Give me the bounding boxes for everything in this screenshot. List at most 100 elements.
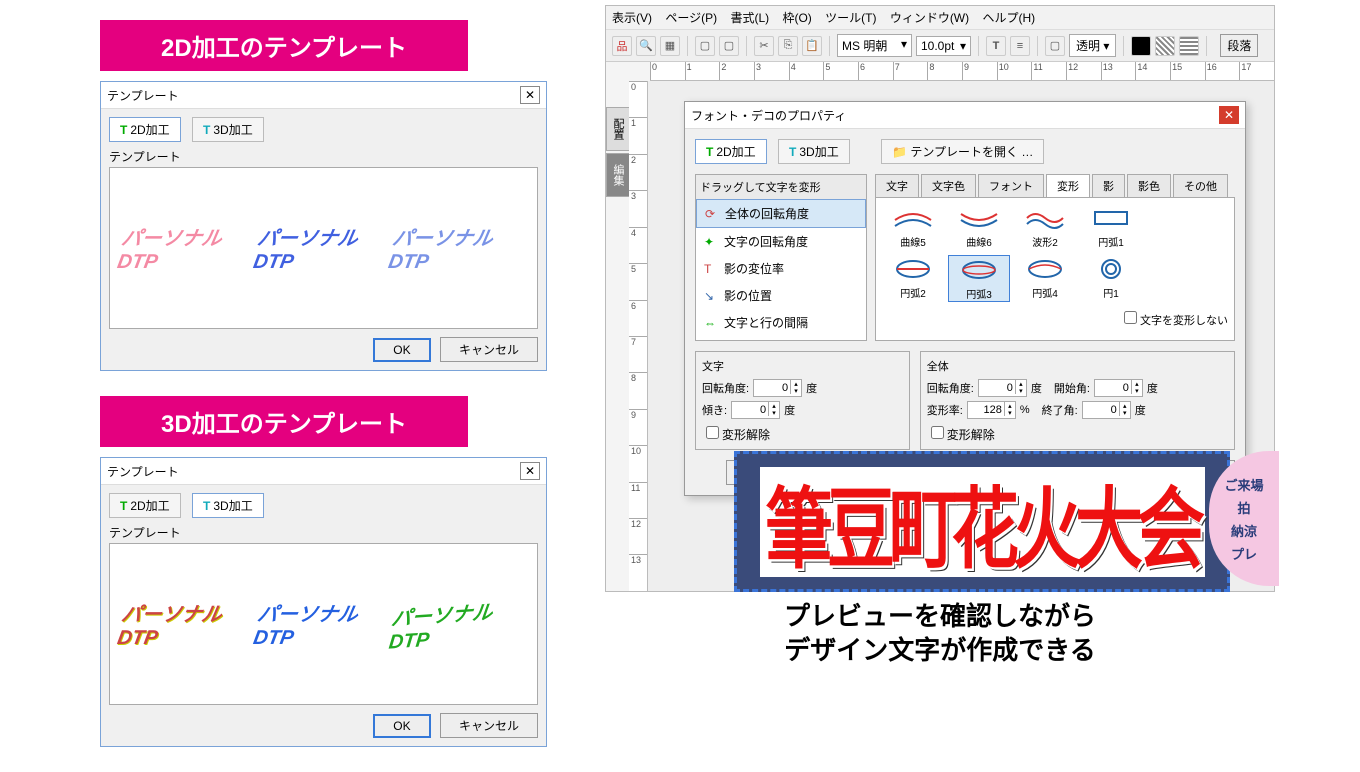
sample-text-1[interactable]: パーソナルDTP — [115, 222, 260, 274]
drag-transform-list: ドラッグして文字を変形 ⟳全体の回転角度 ✦文字の回転角度 T影の変位率 ↘影の… — [695, 174, 867, 341]
menu-window[interactable]: ウィンドウ(W) — [890, 11, 969, 25]
tool-icon[interactable]: 🔍 — [636, 36, 656, 56]
tab-2d[interactable]: T2D加工 — [109, 493, 181, 518]
tilt-input[interactable]: ▴▾ — [731, 401, 780, 419]
ok-button[interactable]: OK — [373, 714, 430, 738]
drag-item-shadow-pos[interactable]: ↘影の位置 — [696, 282, 866, 309]
label: 開始角: — [1054, 380, 1090, 396]
unit: 度 — [784, 402, 795, 418]
close-icon[interactable]: ✕ — [520, 86, 540, 104]
tool-icon[interactable]: ▢ — [1045, 36, 1065, 56]
shape-arc4[interactable]: 円弧4 — [1014, 255, 1076, 302]
shape-arc2[interactable]: 円弧2 — [882, 255, 944, 302]
cancel-button[interactable]: キャンセル — [440, 713, 538, 738]
spin-down-icon[interactable]: ▾ — [768, 409, 779, 416]
text-tool-icon[interactable]: T — [986, 36, 1006, 56]
tool-icon[interactable]: ▢ — [719, 36, 739, 56]
no-deform-checkbox[interactable]: 文字を変形しない — [1120, 308, 1228, 328]
tab-font[interactable]: フォント — [978, 174, 1044, 197]
menu-frame[interactable]: 枠(O) — [782, 11, 811, 25]
start-angle-input[interactable]: ▴▾ — [1094, 379, 1143, 397]
cut-icon[interactable]: ✂ — [754, 36, 774, 56]
window-title: テンプレート — [107, 463, 179, 480]
sample-text-3[interactable]: パーソナルDTP — [388, 593, 531, 654]
spin-down-icon[interactable]: ▾ — [1015, 387, 1026, 394]
tool-icon[interactable]: 品 — [612, 36, 632, 56]
unit: 度 — [1031, 380, 1042, 396]
side-tab-layout[interactable]: 配置 — [606, 107, 630, 151]
shape-arc3[interactable]: 円弧3 — [948, 255, 1010, 302]
canvas-text-object[interactable]: 筆豆町花火大会 — [734, 451, 1230, 592]
vertical-ruler[interactable]: 012345678910111213 — [629, 81, 648, 591]
rotation-input[interactable]: ▴▾ — [978, 379, 1027, 397]
t-icon: T — [120, 499, 127, 513]
sample-text-1[interactable]: パーソナルDTP — [115, 598, 260, 650]
copy-icon[interactable]: ⎘ — [778, 36, 798, 56]
close-icon[interactable]: ✕ — [520, 462, 540, 480]
side-tab-edit[interactable]: 編集 — [606, 153, 630, 197]
t-icon: T — [706, 145, 713, 159]
shape-grid: 曲線5 曲線6 波形2 円弧1 円弧2 円弧3 円弧4 — [875, 198, 1235, 341]
tab-other[interactable]: その他 — [1173, 174, 1228, 197]
font-select[interactable]: MS 明朝▾ — [837, 34, 912, 57]
drag-item-shadow-offset[interactable]: T影の変位率 — [696, 255, 866, 282]
tool-icon[interactable]: ▢ — [695, 36, 715, 56]
menu-tool[interactable]: ツール(T) — [825, 11, 876, 25]
end-angle-input[interactable]: ▴▾ — [1082, 401, 1131, 419]
spin-down-icon[interactable]: ▾ — [1131, 387, 1142, 394]
tab-3d[interactable]: T3D加工 — [192, 117, 264, 142]
chevron-down-icon: ▾ — [960, 39, 966, 53]
template-preview-canvas[interactable]: パーソナルDTP パーソナルDTP パーソナルDTP — [109, 167, 538, 329]
tab-3d[interactable]: T3D加工 — [778, 139, 850, 164]
color-icon[interactable] — [1131, 36, 1151, 56]
rotation-input[interactable]: ▴▾ — [753, 379, 802, 397]
drag-item-rotation[interactable]: ⟳全体の回転角度 — [696, 199, 866, 228]
pattern-icon[interactable] — [1155, 36, 1175, 56]
tab-text[interactable]: 文字 — [875, 174, 919, 197]
tab-transform[interactable]: 変形 — [1046, 174, 1090, 197]
paragraph-button[interactable]: 段落 — [1220, 34, 1258, 57]
tool-icon[interactable]: ≡ — [1010, 36, 1030, 56]
spin-down-icon[interactable]: ▾ — [1119, 409, 1130, 416]
horizontal-ruler[interactable]: 01234567891011121314151617 — [650, 62, 1274, 81]
preview-text: 筆豆町花火大会 — [765, 457, 1199, 586]
chevron-down-icon: ▾ — [901, 37, 907, 54]
paste-icon[interactable]: 📋 — [802, 36, 822, 56]
tab-shadow[interactable]: 影 — [1092, 174, 1125, 197]
shape-curve5[interactable]: 曲線5 — [882, 204, 944, 249]
sample-text-3[interactable]: パーソナルDTP — [387, 222, 532, 274]
sample-text-2[interactable]: パーソナルDTP — [251, 222, 396, 274]
menu-help[interactable]: ヘルプ(H) — [982, 11, 1035, 25]
release-checkbox[interactable]: 変形解除 — [702, 428, 770, 442]
cancel-button[interactable]: キャンセル — [440, 337, 538, 362]
drag-item-char-rotation[interactable]: ✦文字の回転角度 — [696, 228, 866, 255]
rate-input[interactable]: ▴▾ — [967, 401, 1016, 419]
grid-icon[interactable]: ▦ — [660, 36, 680, 56]
menu-view[interactable]: 表示(V) — [612, 11, 652, 25]
close-icon[interactable]: ✕ — [1219, 106, 1239, 124]
pattern-icon[interactable] — [1179, 36, 1199, 56]
shape-arc1[interactable]: 円弧1 — [1080, 204, 1142, 249]
tab-shadow-color[interactable]: 影色 — [1127, 174, 1171, 197]
separator — [1123, 36, 1124, 56]
release-checkbox[interactable]: 変形解除 — [927, 428, 995, 442]
ok-button[interactable]: OK — [373, 338, 430, 362]
menu-page[interactable]: ページ(P) — [665, 11, 717, 25]
tab-3d[interactable]: T3D加工 — [192, 493, 264, 518]
open-template-button[interactable]: 📁 テンプレートを開く … — [881, 139, 1044, 164]
shape-wave2[interactable]: 波形2 — [1014, 204, 1076, 249]
menu-format[interactable]: 書式(L) — [730, 11, 769, 25]
spin-down-icon[interactable]: ▾ — [1004, 409, 1015, 416]
size-select[interactable]: 10.0pt▾ — [916, 36, 971, 56]
sample-text-2[interactable]: パーソナルDTP — [251, 598, 396, 650]
template-preview-canvas[interactable]: パーソナルDTP パーソナルDTP パーソナルDTP — [109, 543, 538, 705]
tab-2d[interactable]: T2D加工 — [695, 139, 767, 164]
transparency-select[interactable]: 透明 ▾ — [1069, 34, 1116, 57]
template-window-3d: テンプレート ✕ T2D加工 T3D加工 テンプレート パーソナルDTP パーソ… — [100, 457, 547, 747]
shape-curve6[interactable]: 曲線6 — [948, 204, 1010, 249]
tab-2d[interactable]: T2D加工 — [109, 117, 181, 142]
drag-item-spacing[interactable]: ⇔文字と行の間隔 — [696, 309, 866, 336]
spin-down-icon[interactable]: ▾ — [790, 387, 801, 394]
tab-text-color[interactable]: 文字色 — [921, 174, 976, 197]
shape-circle1[interactable]: 円1 — [1080, 255, 1142, 302]
